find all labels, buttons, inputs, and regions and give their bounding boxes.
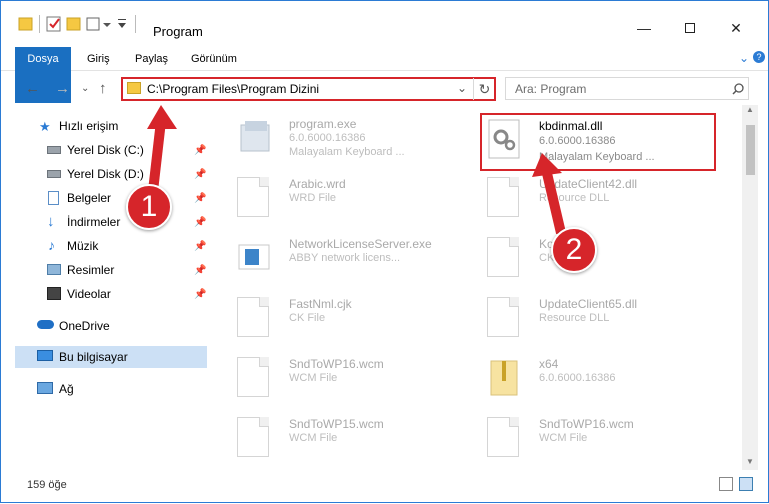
explorer-window: Program — ✕ Dosya Giriş Paylaş Görünüm ⌄… (0, 0, 769, 503)
step-badge-2: 2 (551, 227, 597, 273)
annotation-arrows (147, 105, 566, 235)
step-badge-1: 1 (126, 184, 172, 230)
